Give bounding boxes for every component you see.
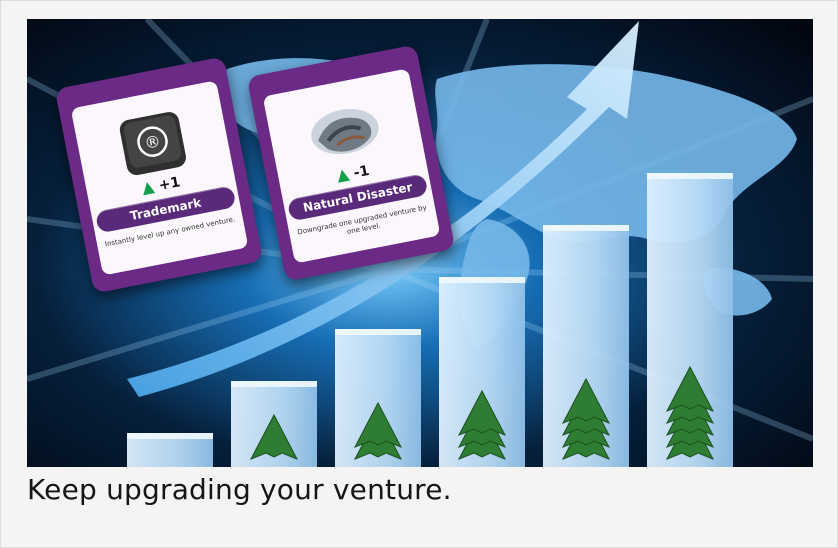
caption-text: Keep upgrading your venture. bbox=[27, 473, 452, 506]
upgrade-arrow-icon: ▲ bbox=[334, 163, 351, 185]
svg-text:®: ® bbox=[143, 131, 162, 153]
chart-bar-top bbox=[335, 329, 421, 335]
upgrade-arrow-icon: ▲ bbox=[140, 176, 156, 198]
chart-bar-top bbox=[231, 381, 317, 387]
chart-bar-top bbox=[439, 277, 525, 283]
chart-bar-top bbox=[127, 433, 213, 439]
cost-value: -1 bbox=[352, 162, 371, 182]
chart-bar-top bbox=[647, 173, 733, 179]
promo-illustration: ® ▲ +1 Trademark Registered Instantly le… bbox=[27, 19, 813, 467]
image-frame: ® ▲ +1 Trademark Registered Instantly le… bbox=[0, 0, 838, 548]
chart-bar-top bbox=[543, 225, 629, 231]
